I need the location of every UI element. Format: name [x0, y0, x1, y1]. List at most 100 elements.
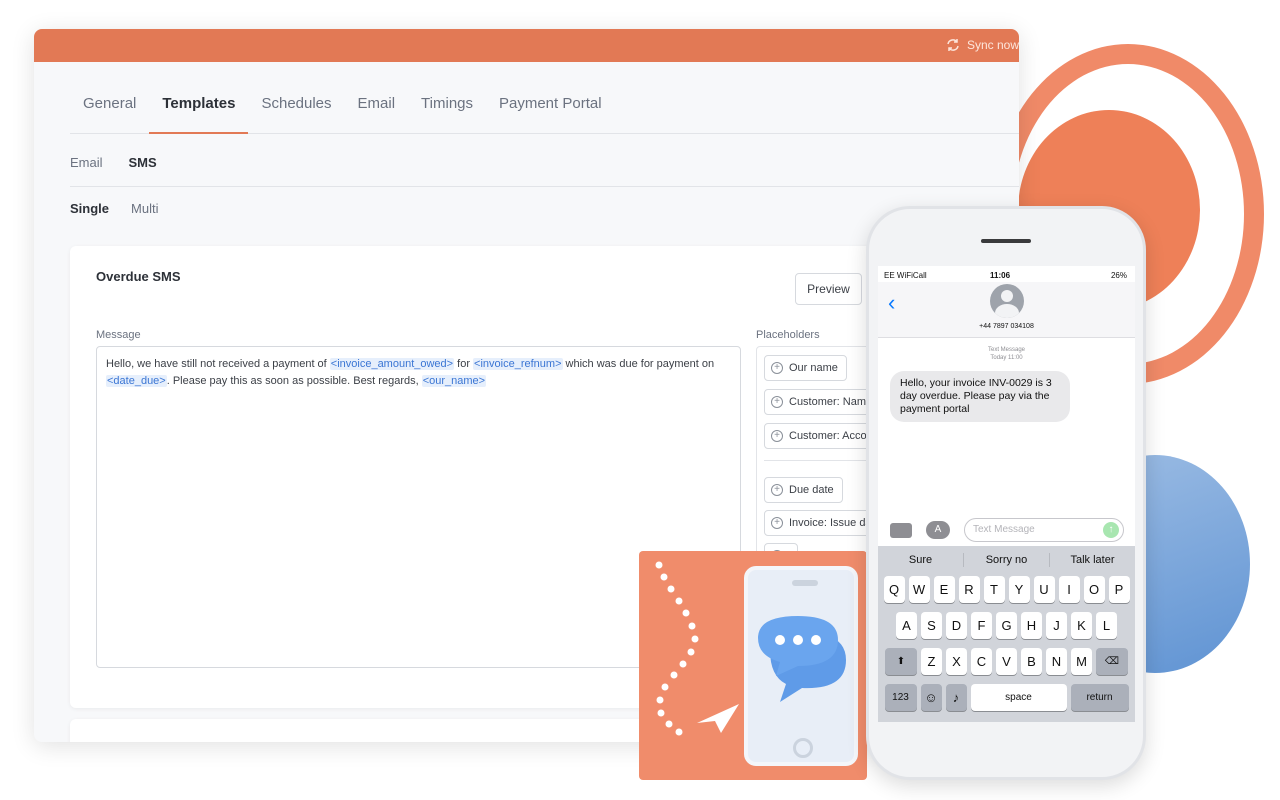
tab-templates[interactable]: Templates [149, 89, 249, 134]
main-tabs: General Templates Schedules Email Timing… [70, 89, 1019, 134]
placeholder-chip-customer-name[interactable]: + Customer: Name [764, 389, 875, 415]
placeholder-chip-our-name[interactable]: + Our name [764, 355, 847, 381]
camera-icon[interactable] [890, 523, 912, 538]
key-u[interactable]: U [1033, 576, 1055, 603]
suggestion-sure[interactable]: Sure [878, 553, 964, 567]
message-text: which was due for payment on [562, 358, 715, 370]
mode-tabs: Single Multi [70, 201, 158, 216]
key-m[interactable]: M [1071, 648, 1092, 675]
back-chevron-icon[interactable]: ‹ [888, 290, 895, 316]
sync-now-button[interactable]: Sync now [945, 37, 1019, 53]
quicktype-bar: Sure Sorry no Talk later [878, 546, 1135, 574]
suggestion-talk-later[interactable]: Talk later [1050, 553, 1135, 567]
incoming-message-bubble: Hello, your invoice INV-0029 is 3 day ov… [890, 371, 1070, 422]
key-g[interactable]: G [996, 612, 1017, 639]
placeholder-chip-customer-account[interactable]: + Customer: Account [764, 423, 876, 449]
key-c[interactable]: C [971, 648, 992, 675]
template-title: Overdue SMS [96, 269, 181, 284]
top-bar: Sync now [34, 29, 1019, 62]
key-z[interactable]: Z [921, 648, 942, 675]
suggestion-sorry-no[interactable]: Sorry no [964, 553, 1050, 567]
send-arrow-icon[interactable]: ↑ [1103, 522, 1119, 538]
preview-button[interactable]: Preview [795, 273, 862, 305]
plus-circle-icon: + [771, 362, 783, 374]
keyboard-row-4: 123 ☺ ♪ space return [878, 684, 1135, 711]
subtab-email[interactable]: Email [70, 142, 103, 186]
thread-label: Text Message Today 11:00 [878, 346, 1135, 362]
ios-keyboard: Sure Sorry no Talk later Q W E R T Y U I… [878, 546, 1135, 722]
mode-single[interactable]: Single [70, 201, 109, 216]
message-label: Message [96, 329, 141, 341]
sync-label: Sync now [966, 38, 1019, 52]
key-y[interactable]: Y [1008, 576, 1030, 603]
key-w[interactable]: W [908, 576, 930, 603]
backspace-key-icon[interactable]: ⌫ [1096, 648, 1128, 675]
chip-label: Invoice: Issue date [789, 517, 876, 529]
key-a[interactable]: A [896, 612, 917, 639]
key-k[interactable]: K [1071, 612, 1092, 639]
space-key[interactable]: space [970, 684, 1067, 711]
app-store-icon[interactable]: A [926, 521, 950, 539]
subtab-sms[interactable]: SMS [129, 142, 157, 186]
key-r[interactable]: R [958, 576, 980, 603]
contact-avatar[interactable] [990, 284, 1024, 318]
key-n[interactable]: N [1046, 648, 1067, 675]
tab-payment-portal[interactable]: Payment Portal [486, 89, 615, 134]
phone-speaker [792, 580, 818, 586]
contact-number: +44 7897 034108 [979, 323, 1034, 330]
tab-general[interactable]: General [70, 89, 149, 134]
message-text: for [454, 358, 474, 370]
key-l[interactable]: L [1096, 612, 1117, 639]
tab-timings[interactable]: Timings [408, 89, 486, 134]
key-p[interactable]: P [1108, 576, 1130, 603]
key-q[interactable]: Q [883, 576, 905, 603]
message-text: . Please pay this as soon as possible. B… [166, 375, 422, 387]
placeholder-chip-invoice-issue-date[interactable]: + Invoice: Issue date [764, 510, 876, 536]
placeholder-token: <invoice_amount_owed> [329, 358, 455, 370]
tab-schedules[interactable]: Schedules [248, 89, 344, 134]
chip-label: Customer: Name [789, 396, 873, 408]
key-s[interactable]: S [921, 612, 942, 639]
key-v[interactable]: V [996, 648, 1017, 675]
message-text: Hello, we have still not received a paym… [106, 358, 330, 370]
shift-key-icon[interactable]: ⬆ [885, 648, 917, 675]
phone-icon [744, 566, 858, 766]
key-t[interactable]: T [983, 576, 1005, 603]
chip-label: Customer: Account [789, 430, 876, 442]
key-j[interactable]: J [1046, 612, 1067, 639]
stage: Sync now General Templates Schedules Ema… [0, 0, 1280, 800]
key-x[interactable]: X [946, 648, 967, 675]
numbers-key[interactable]: 123 [884, 684, 917, 711]
home-button-icon [793, 738, 813, 758]
iphone-speaker [981, 239, 1031, 243]
key-e[interactable]: E [933, 576, 955, 603]
placeholder-divider [764, 460, 875, 461]
emoji-key-icon[interactable]: ☺ [920, 684, 942, 711]
key-h[interactable]: H [1021, 612, 1042, 639]
placeholders-label: Placeholders [756, 329, 820, 341]
plus-circle-icon: + [771, 430, 783, 442]
conversation-header: ‹ +44 7897 034108 [878, 282, 1135, 338]
iphone-mockup: EE WiFiCall 11:06 26% ‹ +44 7897 034108 … [866, 206, 1146, 780]
microphone-key-icon[interactable]: ♪ [945, 684, 967, 711]
mode-multi[interactable]: Multi [131, 201, 158, 216]
placeholder-token: <date_due> [106, 375, 167, 387]
sync-icon [947, 39, 959, 51]
chip-label: Our name [789, 362, 838, 374]
keyboard-row-3: ⬆ Z X C V B N M ⌫ [878, 648, 1135, 675]
tab-email[interactable]: Email [345, 89, 409, 134]
compose-row: A Text Message ↑ [878, 516, 1135, 544]
key-b[interactable]: B [1021, 648, 1042, 675]
key-d[interactable]: D [946, 612, 967, 639]
thread-type: Text Message [987, 347, 1026, 353]
clock: 11:06 [990, 271, 1011, 280]
chip-label: Due date [789, 484, 834, 496]
return-key[interactable]: return [1070, 684, 1129, 711]
placeholder-chip-due-date[interactable]: + Due date [764, 477, 843, 503]
key-o[interactable]: O [1083, 576, 1105, 603]
key-f[interactable]: F [971, 612, 992, 639]
key-i[interactable]: I [1058, 576, 1080, 603]
channel-tabs: Email SMS [70, 142, 1019, 187]
plus-circle-icon: + [771, 484, 783, 496]
message-input[interactable]: Text Message ↑ [964, 518, 1124, 542]
